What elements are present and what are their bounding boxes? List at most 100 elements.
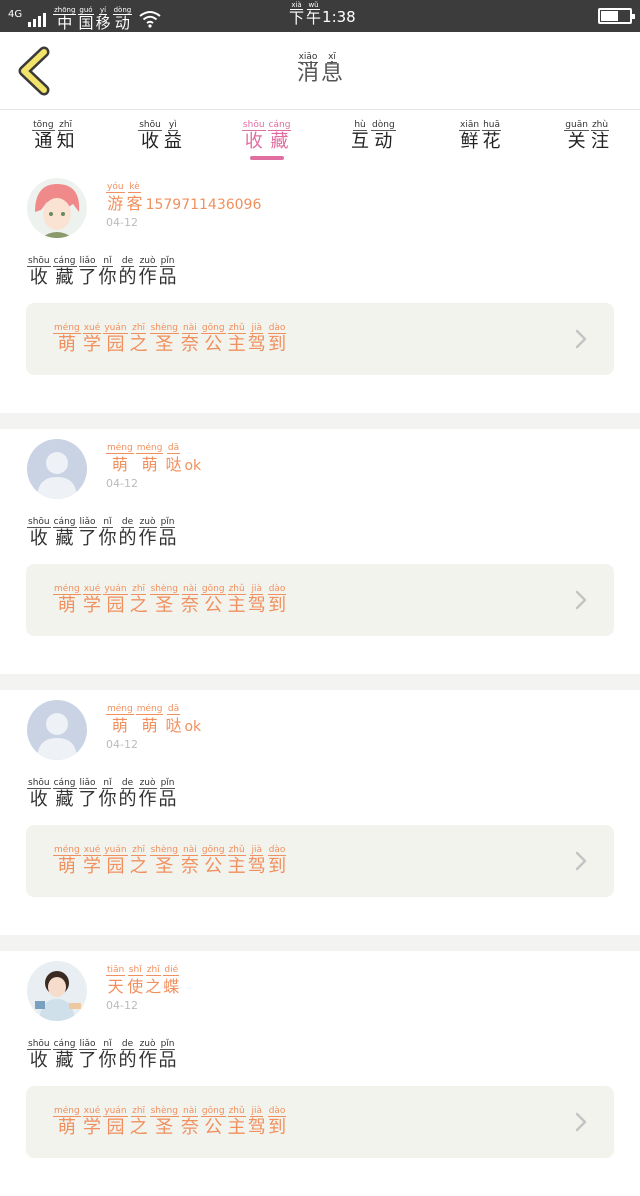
pinyin: shèng [149,1106,179,1117]
pinyin: de [120,256,135,267]
hanzi: 收 [29,1050,48,1071]
status-bar: 4G zhōng 中 guó 国 yí 移 dòng 动 xià 下 wǔ 午 1:38 [0,0,640,32]
pinyin: gōng [200,845,226,856]
action-text: shōu 收 cáng 藏 liǎo 了 nǐ 你 de 的 zuò 作 pǐn 品 [26,256,178,289]
pinyin: dào [267,584,287,595]
pinyin: dòng [371,120,396,131]
network-type: 4G [8,9,23,20]
ruby-char: dào 到 [267,1106,287,1139]
user-name[interactable]: méng 萌 méng 萌 dā 哒 ok [105,443,201,476]
pinyin: liǎo [78,256,97,267]
work-link[interactable]: méng 萌 xué 学 yuán 园 zhī 之 shèng 圣 nài 奈 gōng 公 zhǔ 主 jià… [26,303,614,375]
hanzi: 学 [83,334,102,355]
ruby-char: tiān 天 [106,965,126,998]
hanzi: 驾 [247,334,266,355]
tab-2[interactable]: shōu 收 cáng 藏 [213,112,320,168]
hanzi: 你 [98,267,117,288]
work-link[interactable]: méng 萌 xué 学 yuán 园 zhī 之 shèng 圣 nài 奈 gōng 公 zhǔ 主 jià… [26,564,614,636]
ruby-char: méng 萌 [135,443,164,476]
hanzi: 哒 [165,716,182,735]
pinyin: xué [82,1106,102,1117]
user-name[interactable]: yóu 游 kè 客 15797114360​96 [105,182,261,215]
hanzi: 之 [129,334,148,355]
hanzi: 圣 [155,856,174,877]
user-name[interactable]: méng 萌 méng 萌 dā 哒 ok [105,704,201,737]
pinyin: dā [166,443,181,454]
hanzi: 之 [129,1117,148,1138]
avatar[interactable] [27,178,87,238]
pinyin: méng [53,845,81,856]
hanzi: 作 [138,528,157,549]
hanzi: 奈 [180,334,199,355]
ruby-char: de 的 [119,1039,137,1072]
action-text: shōu 收 cáng 藏 liǎo 了 nǐ 你 de 的 zuò 作 pǐn 品 [26,1039,178,1072]
tab-3[interactable]: hù 互 dòng 动 [320,112,427,168]
ruby-char: shōu 收 [138,120,162,153]
section-divider [0,935,640,951]
pinyin: zuò [138,256,157,267]
ruby-char: shōu 收 [27,517,51,550]
pinyin: zhù [590,120,610,131]
chevron-right-icon [575,590,587,610]
pinyin: jià [250,845,263,856]
pinyin: xué [82,845,102,856]
pinyin: xiān [459,120,481,131]
ruby-char: méng 萌 [106,443,134,476]
ruby-char: méng 萌 [53,323,81,356]
tab-4[interactable]: xiān 鲜 huā 花 [427,112,534,168]
ruby-char: de 的 [119,256,137,289]
user-name-suffix: ok [184,719,202,735]
favorite-item: yóu 游 kè 客 15797114360​96 04-12 shōu 收 cáng 藏 liǎo… [0,168,640,413]
hanzi: 的 [118,267,137,288]
avatar[interactable] [27,439,87,499]
ruby-char: dā 哒 [165,443,181,476]
pinyin: méng [135,704,164,715]
pinyin: dào [267,323,287,334]
ruby-char: shèng 圣 [149,323,179,356]
pinyin: méng [135,443,164,454]
ruby-char: méng 萌 [53,584,81,617]
hanzi: 公 [204,595,223,616]
pinyin: zhī [131,1106,147,1117]
hanzi: 主 [227,595,246,616]
pinyin: pǐn [159,517,176,528]
hanzi: 萌 [57,856,76,877]
hanzi: 圣 [155,595,174,616]
hanzi: 奈 [180,1117,199,1138]
hanzi: 园 [106,334,125,355]
pinyin: nǐ [102,517,113,528]
pinyin: yuán [103,584,128,595]
pinyin: zuò [138,1039,157,1050]
ruby-char: zhǔ 主 [227,1106,246,1139]
ruby-char: yì 益 [164,120,182,153]
hanzi: 午 [306,9,322,27]
hanzi: 奈 [180,595,199,616]
tab-5[interactable]: guān 关 zhù 注 [533,112,640,168]
pinyin: cáng [52,517,77,528]
avatar[interactable] [27,700,87,760]
work-link[interactable]: méng 萌 xué 学 yuán 园 zhī 之 shèng 圣 nài 奈 gōng 公 zhǔ 主 jià… [26,825,614,897]
pinyin: dié [163,965,180,976]
pinyin: méng [53,584,81,595]
ruby-char: liǎo 了 [78,1039,97,1072]
hanzi: 之 [129,856,148,877]
action-text: shōu 收 cáng 藏 liǎo 了 nǐ 你 de 的 zuò 作 pǐn 品 [26,778,178,811]
tab-1[interactable]: shōu 收 yì 益 [107,112,214,168]
hanzi: 作 [138,267,157,288]
pinyin: zhī [145,965,161,976]
work-link[interactable]: méng 萌 xué 学 yuán 园 zhī 之 shèng 圣 nài 奈 gōng 公 zhǔ 主 jià… [26,1086,614,1158]
hanzi: 作 [138,789,157,810]
favorite-item: tiān 天 shǐ 使 zhī 之 dié 蝶 04-12 shōu 收 cáng 藏 liǎo 了 nǐ 你… [0,951,640,1196]
user-name[interactable]: tiān 天 shǐ 使 zhī 之 dié 蝶 [105,965,180,998]
hanzi: 品 [158,1050,177,1071]
pinyin: méng [53,323,81,334]
avatar[interactable] [27,961,87,1021]
ruby-char: dòng 动 [371,120,396,153]
pinyin: de [120,1039,135,1050]
hanzi: 国 [78,14,94,32]
ruby-char: yóu 游 [106,182,125,215]
pinyin: méng [53,1106,81,1117]
hanzi: 到 [268,334,287,355]
ruby-char: jià 驾 [248,845,266,878]
tab-0[interactable]: tōng 通 zhī 知 [0,112,107,168]
